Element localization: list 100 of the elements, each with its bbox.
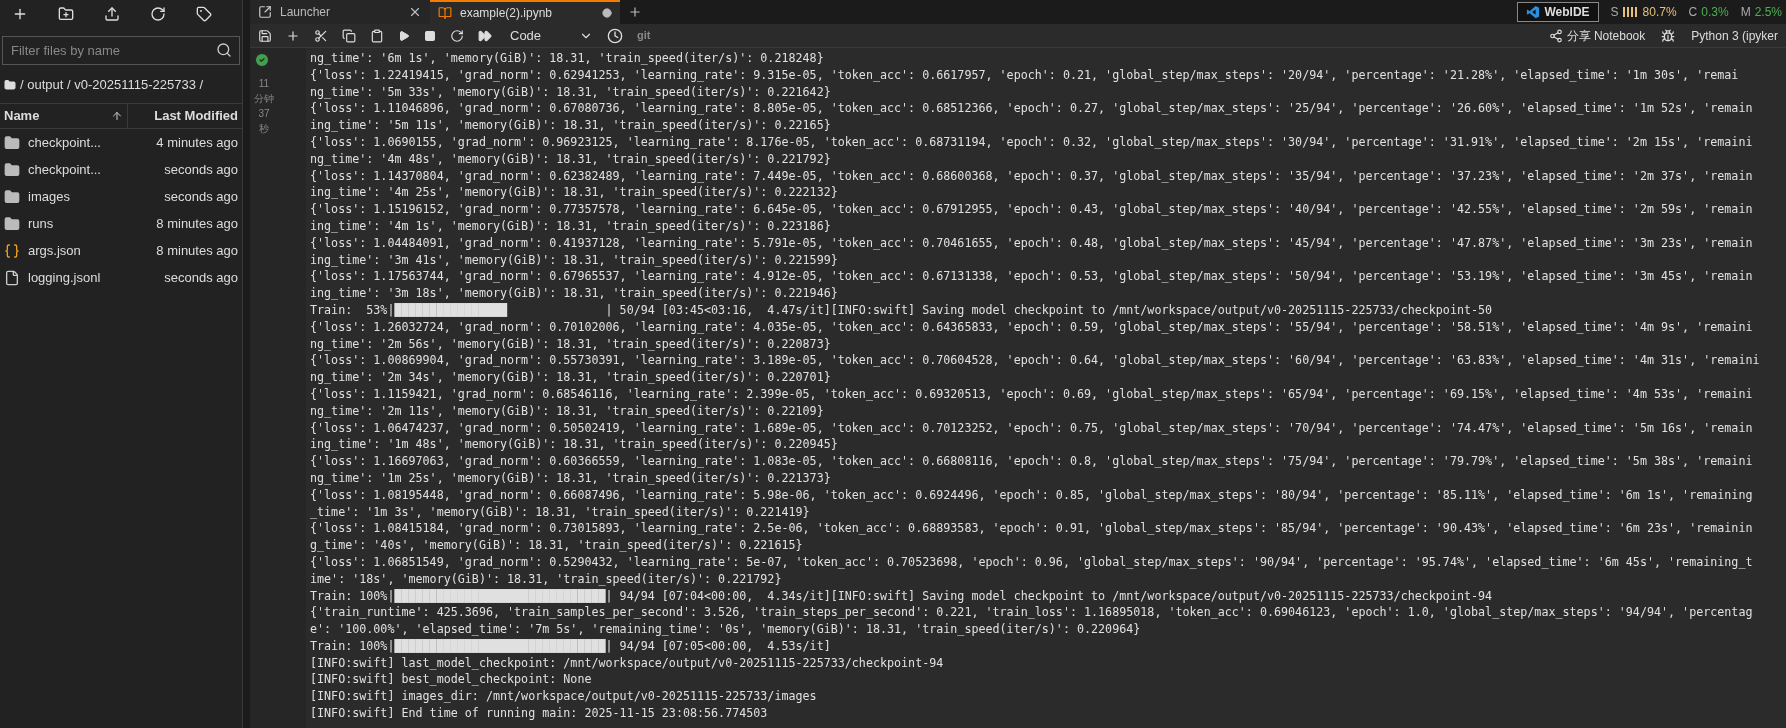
output-line: {'loss': 1.08415184, 'grad_norm': 0.73015893, 'learning_rate': 2.5e-06, 'token_acc': 0.68893583, 'epoch': 0.91, 'global_step/max_steps': '85/94', 'percentage': '90.43%', 'elapsed_time': '6m 23s', 'remainin xyxy=(310,520,1753,538)
filter-field[interactable]: Filter files by name xyxy=(2,36,240,65)
file-name: checkpoint... xyxy=(28,133,101,152)
output-line: ng_time': '2m 11s', 'memory(GiB)': 18.31, 'train_speed(iter/s)': 0.22109} xyxy=(310,402,824,420)
add-tab-icon[interactable] xyxy=(628,5,642,19)
launcher-icon xyxy=(258,5,272,19)
tab[interactable]: Launcher xyxy=(250,0,430,24)
output-line: ing_time': '1m 48s', 'memory(GiB)': 18.31, 'train_speed(iter/s)': 0.220945} xyxy=(310,436,838,454)
output-line: {'train_runtime': 425.3696, 'train_samples_per_second': 3.526, 'train_steps_per_second': 0.221, 'train_loss': 1.16895018, 'token_acc': 0.69046123, 'epoch': 1.0, 'global_step/max_steps': '94/94', 'percentag xyxy=(310,604,1753,622)
output-line: ng_time': '4m 48s', 'memory(GiB)': 18.31, 'train_speed(iter/s)': 0.221792} xyxy=(310,150,831,168)
file-row[interactable]: checkpoint... 4 minutes ago xyxy=(0,129,242,156)
braces-icon xyxy=(4,242,20,259)
fast-forward-icon[interactable] xyxy=(478,28,492,43)
copy-icon[interactable] xyxy=(342,28,356,43)
refresh-icon[interactable] xyxy=(150,6,166,22)
output-line: ng_time': '1m 25s', 'memory(GiB)': 18.31, 'train_speed(iter/s)': 0.221373} xyxy=(310,469,831,487)
file-icon xyxy=(4,269,20,286)
plus-icon[interactable] xyxy=(286,28,300,43)
file-row[interactable]: args.json 8 minutes ago xyxy=(0,237,242,264)
output-line: ng_time': '6m 1s', 'memory(GiB)': 18.31, 'train_speed(iter/s)': 0.218248} xyxy=(310,50,824,67)
git-label[interactable]: git xyxy=(637,27,651,44)
output-line: [INFO:swift] best_model_checkpoint: None xyxy=(310,671,592,689)
execution-time: 11分钟37秒 xyxy=(254,77,274,136)
paste-icon[interactable] xyxy=(370,28,384,43)
stop-icon[interactable] xyxy=(424,29,436,42)
column-header[interactable]: Last Modified xyxy=(154,106,238,126)
breadcrumb[interactable]: / output / v0-20251115-225733 / xyxy=(20,75,204,95)
meter-label: C xyxy=(1688,4,1698,21)
close-icon[interactable] xyxy=(408,5,422,19)
search-icon xyxy=(216,42,232,58)
output-line: {'loss': 1.1159421, 'grad_norm': 0.68546116, 'learning_rate': 2.399e-05, 'token_acc': 0.69320513, 'epoch': 0.69, 'global_step/max_steps': '65/94', 'percentage': '69.15%', 'elapsed_time': '4m 53s', 'remaini xyxy=(310,385,1753,403)
output-line: ing_time': '4m 25s', 'memory(GiB)': 18.31, 'train_speed(iter/s)': 0.222132} xyxy=(310,184,838,202)
modified-time: seconds ago xyxy=(164,268,238,287)
cut-icon[interactable] xyxy=(314,28,328,43)
modified-time: 8 minutes ago xyxy=(156,241,238,260)
modified-time: seconds ago xyxy=(164,187,238,206)
output-line: e': '100.00%', 'elapsed_time': '7m 5s', 'remaining_time': '0s', 'memory(GiB)': 18.31, 'train_speed(iter/s)': 0.220964} xyxy=(310,621,1141,638)
folder-icon xyxy=(4,161,20,178)
share-icon xyxy=(1548,28,1563,43)
file-row[interactable]: runs 8 minutes ago xyxy=(0,210,242,237)
notebook-icon xyxy=(438,6,452,20)
share-button[interactable]: 分享 Notebook xyxy=(1548,26,1646,45)
file-row[interactable]: images seconds ago xyxy=(0,183,242,210)
save-icon[interactable] xyxy=(258,28,272,43)
plus-icon[interactable] xyxy=(12,6,28,22)
output-line: {'loss': 1.14370804, 'grad_norm': 0.62382489, 'learning_rate': 7.449e-05, 'token_acc': 0.68600368, 'epoch': 0.37, 'global_step/max_steps': '35/94', 'percentage': '37.23%', 'elapsed_time': '2m 37s', 'remain xyxy=(310,167,1753,185)
output-line: ime': '18s', 'memory(GiB)': 18.31, 'train_speed(iter/s)': 0.221792} xyxy=(310,570,782,588)
file-name: images xyxy=(28,187,70,206)
folder-icon xyxy=(4,79,16,91)
file-row[interactable]: logging.jsonl seconds ago xyxy=(0,264,242,291)
output-line: [INFO:swift] last_model_checkpoint: /mnt/workspace/output/v0-20251115-225733/checkpoint-94 xyxy=(310,654,944,672)
output-line: {'loss': 1.0690155, 'grad_norm': 0.96923125, 'learning_rate': 8.176e-05, 'token_acc': 0.68731194, 'epoch': 0.32, 'global_step/max_steps': '30/94', 'percentage': '31.91%', 'elapsed_time': '2m 15s', 'remaini xyxy=(310,134,1753,151)
output-line: {'loss': 1.08195448, 'grad_norm': 0.66087496, 'learning_rate': 5.98e-06, 'token_acc': 0.6924496, 'epoch': 0.85, 'global_step/max_steps': '80/94', 'percentage': '85.11%', 'elapsed_time': '6m 1s', 'remaining xyxy=(310,486,1753,504)
modified-time: seconds ago xyxy=(164,160,238,179)
output-line: Train: 53%|████████████████ | 50/94 [03:45<03:16, 4.47s/it][INFO:swift] Saving model checkpoint to /mnt/workspace/output/v0-20251115-225733/checkpoint-50 xyxy=(310,301,1493,319)
output-line: ing_time': '4m 1s', 'memory(GiB)': 18.31, 'train_speed(iter/s)': 0.223186} xyxy=(310,217,831,235)
output-line: {'loss': 1.26032724, 'grad_norm': 0.70102006, 'learning_rate': 4.035e-05, 'token_acc': 0.64365833, 'epoch': 0.59, 'global_step/max_steps': '55/94', 'percentage': '58.51%', 'elapsed_time': '4m 9s', 'remaini xyxy=(310,318,1753,336)
run-icon[interactable] xyxy=(398,29,410,42)
kernel-name[interactable]: Python 3 (ipyker xyxy=(1691,26,1778,45)
output-line: {'loss': 1.16697063, 'grad_norm': 0.60366559, 'learning_rate': 1.083e-05, 'token_acc': 0.66808116, 'epoch': 0.8, 'global_step/max_steps': '75/94', 'percentage': '79.79%', 'elapsed_time': '5m 38s', 'remaini xyxy=(310,453,1753,470)
meter-label: M xyxy=(1740,4,1751,21)
restart-icon[interactable] xyxy=(450,28,464,43)
meter-value: 0.3% xyxy=(1701,4,1729,21)
new-folder-icon[interactable] xyxy=(58,6,74,22)
column-header[interactable]: Name xyxy=(4,106,40,126)
output-line: ing_time': '3m 18s', 'memory(GiB)': 18.31, 'train_speed(iter/s)': 0.221946} xyxy=(310,285,838,302)
file-name: checkpoint... xyxy=(28,160,101,179)
file-name: runs xyxy=(28,214,54,233)
output-line: ng_time': '2m 34s', 'memory(GiB)': 18.31, 'train_speed(iter/s)': 0.220701} xyxy=(310,369,831,386)
output-line: ng_time': '5m 33s', 'memory(GiB)': 18.31, 'train_speed(iter/s)': 0.221642} xyxy=(310,83,831,101)
output-line: ng_time': '2m 56s', 'memory(GiB)': 18.31, 'train_speed(iter/s)': 0.220873} xyxy=(310,335,831,353)
output-line: [INFO:swift] images_dir: /mnt/workspace/output/v0-20251115-225733/images xyxy=(310,688,817,706)
output-line: {'loss': 1.06474237, 'grad_norm': 0.50502419, 'learning_rate': 1.689e-05, 'token_acc': 0.70123252, 'epoch': 0.75, 'global_step/max_steps': '70/94', 'percentage': '74.47%', 'elapsed_time': '5m 16s', 'remain xyxy=(310,419,1753,437)
meter-value: 80.7% xyxy=(1642,4,1677,21)
output-line: _time': '1m 3s', 'memory(GiB)': 18.31, 'train_speed(iter/s)': 0.221419} xyxy=(310,503,810,521)
code-logo-icon xyxy=(1526,5,1541,19)
upload-icon[interactable] xyxy=(104,6,120,22)
output-line: ing_time': '5m 11s', 'memory(GiB)': 18.31, 'train_speed(iter/s)': 0.22165} xyxy=(310,117,831,134)
output-line: Train: 100%|██████████████████████████████| 94/94 [07:05<00:00, 4.53s/it] xyxy=(310,637,831,655)
success-icon xyxy=(254,52,270,68)
folder-icon xyxy=(4,188,20,205)
output-line: {'loss': 1.00869904, 'grad_norm': 0.55730391, 'learning_rate': 3.189e-05, 'token_acc': 0.70604528, 'epoch': 0.64, 'global_step/max_steps': '60/94', 'percentage': '63.83%', 'elapsed_time': '4m 31s', 'remaini xyxy=(310,352,1760,370)
tab[interactable]: example(2).ipynb xyxy=(430,0,620,24)
output-line: {'loss': 1.04484091, 'grad_norm': 0.41937128, 'learning_rate': 5.791e-05, 'token_acc': 0.70461655, 'epoch': 0.48, 'global_step/max_steps': '45/94', 'percentage': '47.87%', 'elapsed_time': '3m 23s', 'remain xyxy=(310,234,1753,252)
sort-icon xyxy=(111,110,123,122)
bug-icon[interactable] xyxy=(1661,28,1676,43)
tag-icon[interactable] xyxy=(196,6,212,22)
modified-time: 4 minutes ago xyxy=(156,133,238,152)
output-line: g_time': '40s', 'memory(GiB)': 18.31, 'train_speed(iter/s)': 0.221615} xyxy=(310,537,803,554)
meter-label: S xyxy=(1610,4,1619,21)
output-line: ing_time': '3m 41s', 'memory(GiB)': 18.31, 'train_speed(iter/s)': 0.221599} xyxy=(310,251,838,269)
folder-icon xyxy=(4,134,20,151)
cell-type-dropdown[interactable]: Code xyxy=(506,25,594,46)
output-line: [INFO:swift] End time of running main: 2025-11-15 23:08:56.774503 xyxy=(310,705,768,722)
file-row[interactable]: checkpoint... seconds ago xyxy=(0,156,242,183)
output-line: {'loss': 1.17563744, 'grad_norm': 0.67965537, 'learning_rate': 4.912e-05, 'token_acc': 0.67131338, 'epoch': 0.53, 'global_step/max_steps': '50/94', 'percentage': '53.19%', 'elapsed_time': '3m 45s', 'remain xyxy=(310,268,1753,286)
clock-icon[interactable] xyxy=(607,27,624,44)
webide-button[interactable]: WebIDE xyxy=(1517,2,1599,22)
output-line: Train: 100%|██████████████████████████████| 94/94 [07:04<00:00, 4.34s/it][INFO:swift] Saving model checkpoint to /mnt/workspace/output/v0-20251115-225733/checkpoint-94 xyxy=(310,587,1493,605)
meter-value: 2.5% xyxy=(1754,4,1782,21)
